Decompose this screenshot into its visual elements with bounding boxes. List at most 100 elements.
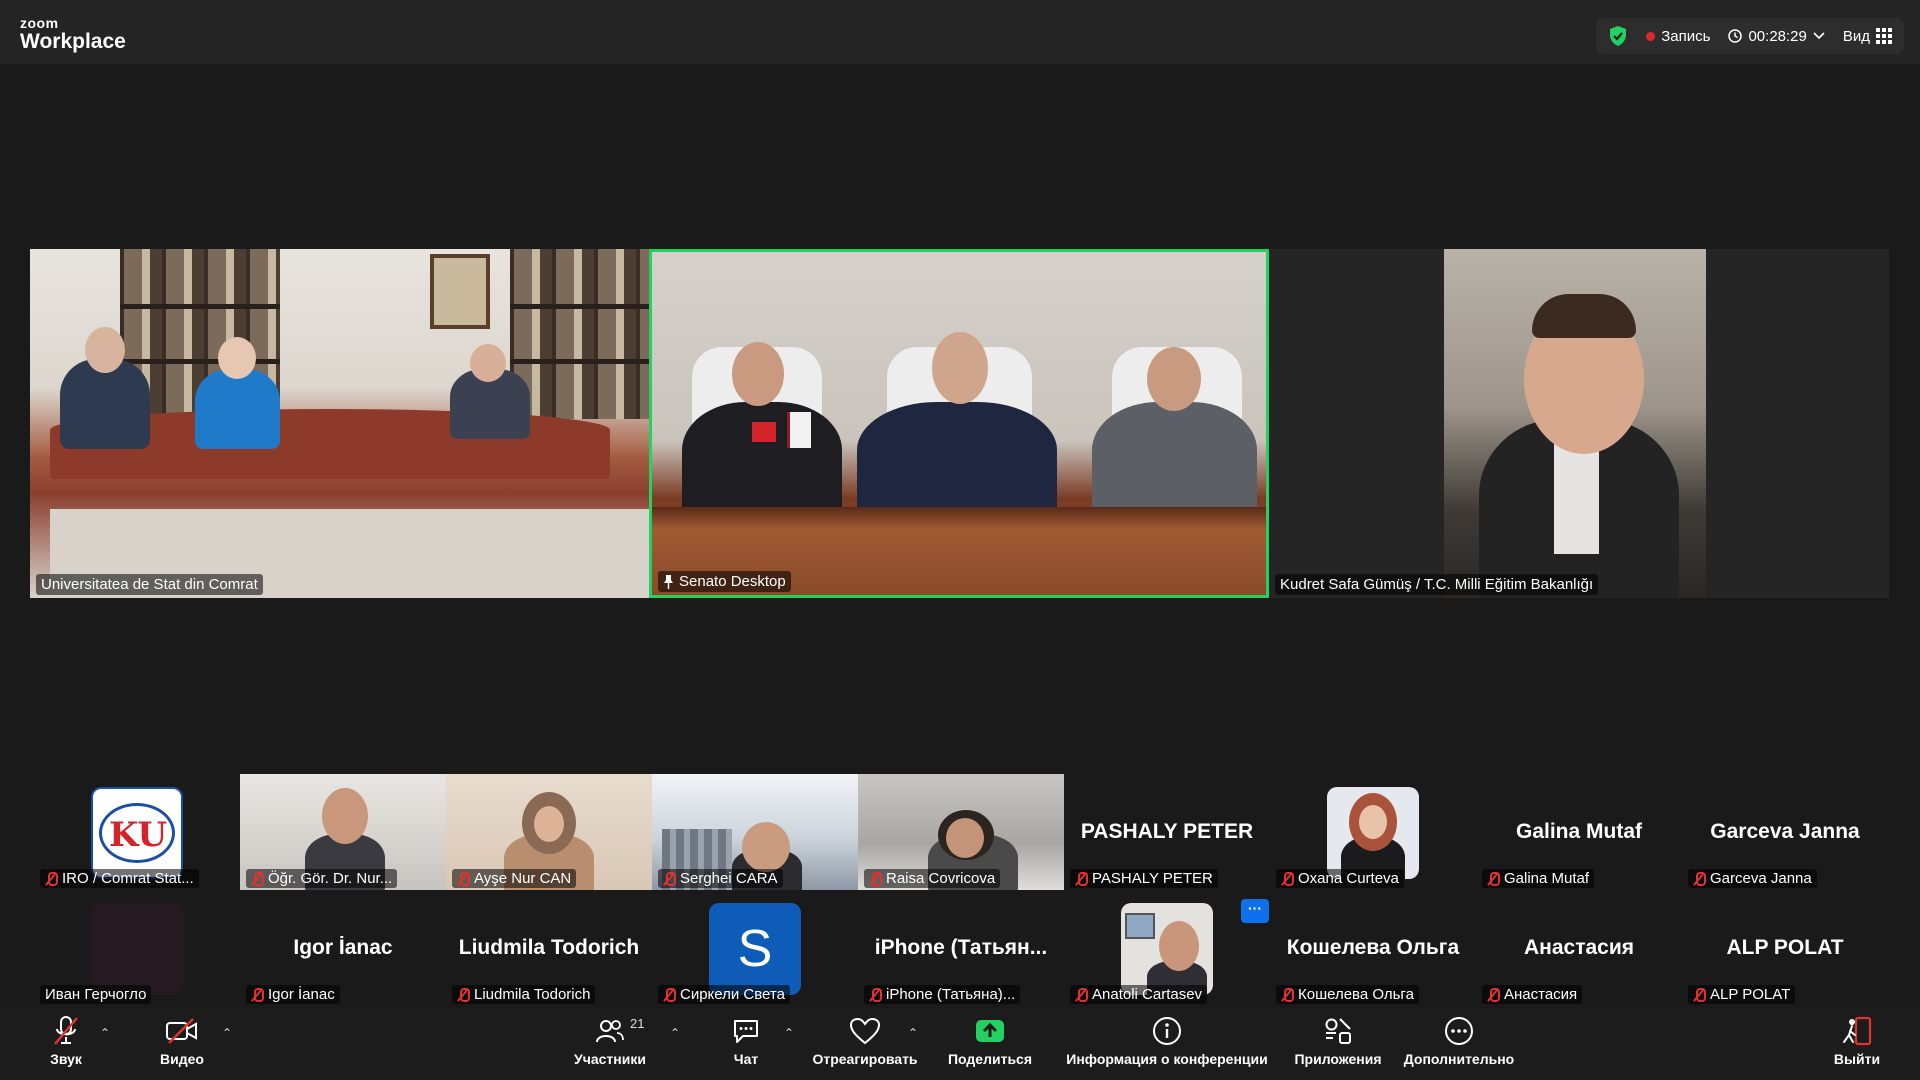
university-logo-icon: KU bbox=[109, 815, 167, 855]
share-button[interactable]: Поделиться bbox=[946, 1014, 1034, 1074]
brand-small: zoom bbox=[20, 15, 59, 31]
participant-thumb[interactable]: Igor İanac Igor İanac bbox=[240, 890, 446, 1006]
tile-name-label: Kudret Safa Gümüş / T.C. Milli Eğitim Ba… bbox=[1275, 574, 1599, 595]
security-shield-icon[interactable] bbox=[1608, 25, 1628, 47]
audio-label: Звук bbox=[50, 1051, 82, 1067]
participants-options-chevron-up-icon[interactable]: ⌃ bbox=[670, 1026, 680, 1040]
participant-avatar: KU bbox=[91, 787, 183, 879]
audio-button[interactable]: Звук bbox=[44, 1014, 88, 1074]
mic-muted-icon bbox=[663, 987, 676, 1002]
chevron-down-icon bbox=[1813, 32, 1825, 40]
more-label: Дополнительно bbox=[1403, 1051, 1515, 1067]
video-button[interactable]: Видео bbox=[156, 1014, 208, 1074]
more-button[interactable]: Дополнительно bbox=[1400, 1014, 1518, 1074]
participant-thumb[interactable]: Liudmila Todorich Liudmila Todorich bbox=[446, 890, 652, 1006]
mic-muted-icon bbox=[251, 987, 264, 1002]
recording-label: Запись bbox=[1661, 27, 1711, 45]
video-label: Видео bbox=[160, 1051, 204, 1067]
react-label: Отреагировать bbox=[812, 1051, 918, 1067]
mic-muted-icon bbox=[663, 871, 676, 886]
video-tile-kudret-safa[interactable]: Kudret Safa Gümüş / T.C. Milli Eğitim Ba… bbox=[1269, 249, 1889, 598]
bookshelf bbox=[510, 249, 649, 419]
participant-thumb[interactable]: Garceva Janna Garceva Janna bbox=[1682, 774, 1888, 890]
zoom-logo: zoom Workplace bbox=[20, 16, 126, 52]
participant-thumb[interactable]: KU IRO / Comrat Stat... bbox=[34, 774, 240, 890]
participant-name-label: Raisa Covricova bbox=[864, 869, 1001, 888]
participant-thumb[interactable]: Кошелева Ольга Кошелева Ольга bbox=[1270, 890, 1476, 1006]
participant-display-name: ALP POLAT bbox=[1726, 936, 1844, 959]
participant-thumb[interactable]: PASHALY PETER PASHALY PETER bbox=[1064, 774, 1270, 890]
top-bar: zoom Workplace Запись 00:28:29 Вид bbox=[0, 0, 1920, 64]
participant-thumb[interactable]: Galina Mutaf Galina Mutaf bbox=[1476, 774, 1682, 890]
apps-button[interactable]: Приложения bbox=[1290, 1014, 1386, 1074]
recording-indicator[interactable]: Запись bbox=[1646, 28, 1710, 45]
participant-more-options-button[interactable]: ··· bbox=[1241, 899, 1269, 923]
brand-large: Workplace bbox=[20, 30, 126, 53]
meeting-info-button[interactable]: Информация о конференции bbox=[1060, 1014, 1274, 1074]
participant-display-name: Liudmila Todorich bbox=[458, 936, 640, 959]
participant-avatar bbox=[1327, 787, 1419, 879]
participant-thumb[interactable]: Ayşe Nur CAN bbox=[446, 774, 652, 890]
grid-view-icon bbox=[1876, 28, 1892, 44]
mic-muted-icon bbox=[251, 871, 264, 886]
participant-thumb[interactable]: ALP POLAT ALP POLAT bbox=[1682, 890, 1888, 1006]
video-tile-comrat[interactable]: Universitatea de Stat din Comrat bbox=[30, 249, 649, 598]
react-button[interactable]: Отреагировать bbox=[812, 1014, 918, 1074]
participant-name-label: ALP POLAT bbox=[1688, 985, 1796, 1004]
mic-muted-icon bbox=[45, 871, 58, 886]
participant-thumb[interactable]: S Сиркели Света bbox=[652, 890, 858, 1006]
participant-name-label: Garceva Janna bbox=[1688, 869, 1817, 888]
more-icon bbox=[1444, 1014, 1474, 1048]
mic-muted-icon bbox=[457, 871, 470, 886]
participant-thumb[interactable]: Иван Герчогло bbox=[34, 890, 240, 1006]
participant-thumb[interactable]: Öğr. Gör. Dr. Nur... bbox=[240, 774, 446, 890]
video-options-chevron-up-icon[interactable]: ⌃ bbox=[222, 1026, 232, 1040]
view-button[interactable]: Вид bbox=[1843, 28, 1892, 45]
mic-muted-icon bbox=[869, 987, 882, 1002]
leave-button[interactable]: Выйти bbox=[1832, 1014, 1882, 1074]
mic-muted-icon bbox=[1487, 987, 1500, 1002]
participant-avatar: S bbox=[709, 903, 801, 995]
chat-button[interactable]: Чат bbox=[726, 1014, 766, 1074]
participant-thumb[interactable]: Anatoli Cartasev bbox=[1064, 890, 1270, 1006]
participant-name-label: Сиркели Света bbox=[658, 985, 790, 1004]
audio-options-chevron-up-icon[interactable]: ⌃ bbox=[100, 1026, 110, 1040]
mic-muted-icon bbox=[869, 871, 882, 886]
chat-options-chevron-up-icon[interactable]: ⌃ bbox=[784, 1026, 794, 1040]
leave-door-icon bbox=[1840, 1014, 1874, 1048]
apps-icon bbox=[1323, 1014, 1353, 1048]
participant-name-label: Иван Герчогло bbox=[40, 985, 152, 1004]
participant-name-label: Serghei CARA bbox=[658, 869, 783, 888]
meeting-timer[interactable]: 00:28:29 bbox=[1728, 28, 1825, 45]
mic-muted-icon bbox=[457, 987, 470, 1002]
participant-name-label: PASHALY PETER bbox=[1070, 869, 1218, 888]
participant-display-name: Кошелева Ольга bbox=[1286, 936, 1460, 959]
meeting-info-label: Информация о конференции bbox=[1066, 1051, 1268, 1067]
tile-name-label: Senato Desktop bbox=[658, 571, 791, 592]
participant-thumb[interactable]: Oxana Curteva bbox=[1270, 774, 1476, 890]
mic-muted-icon bbox=[1693, 987, 1706, 1002]
participants-label: Участники bbox=[574, 1051, 646, 1067]
participant-name-label: Anatoli Cartasev bbox=[1070, 985, 1208, 1004]
chat-label: Чат bbox=[733, 1051, 759, 1067]
mic-off-icon bbox=[51, 1014, 81, 1048]
participant-display-name: Igor İanac bbox=[293, 936, 393, 959]
participant-thumb[interactable]: Анастасия Анастасия bbox=[1476, 890, 1682, 1006]
mic-muted-icon bbox=[1281, 871, 1294, 886]
heart-icon bbox=[849, 1014, 881, 1048]
participant-thumb[interactable]: Raisa Covricova bbox=[858, 774, 1064, 890]
participant-name-label: IRO / Comrat Stat... bbox=[40, 869, 199, 888]
react-options-chevron-up-icon[interactable]: ⌃ bbox=[908, 1026, 918, 1040]
mic-muted-icon bbox=[1075, 871, 1088, 886]
participant-name-label: Oxana Curteva bbox=[1276, 869, 1404, 888]
participant-name-label: Ayşe Nur CAN bbox=[452, 869, 577, 888]
mic-muted-icon bbox=[1693, 871, 1706, 886]
flag bbox=[752, 422, 776, 442]
video-tile-senato-desktop[interactable]: Senato Desktop bbox=[649, 249, 1269, 598]
flag bbox=[787, 412, 811, 448]
share-label: Поделиться bbox=[947, 1051, 1033, 1067]
meeting-status-bar: Запись 00:28:29 Вид bbox=[1596, 18, 1904, 54]
participant-thumb[interactable]: Serghei CARA bbox=[652, 774, 858, 890]
participant-thumb[interactable]: iPhone (Татьян... iPhone (Татьяна)... bbox=[858, 890, 1064, 1006]
mic-muted-icon bbox=[1487, 871, 1500, 886]
